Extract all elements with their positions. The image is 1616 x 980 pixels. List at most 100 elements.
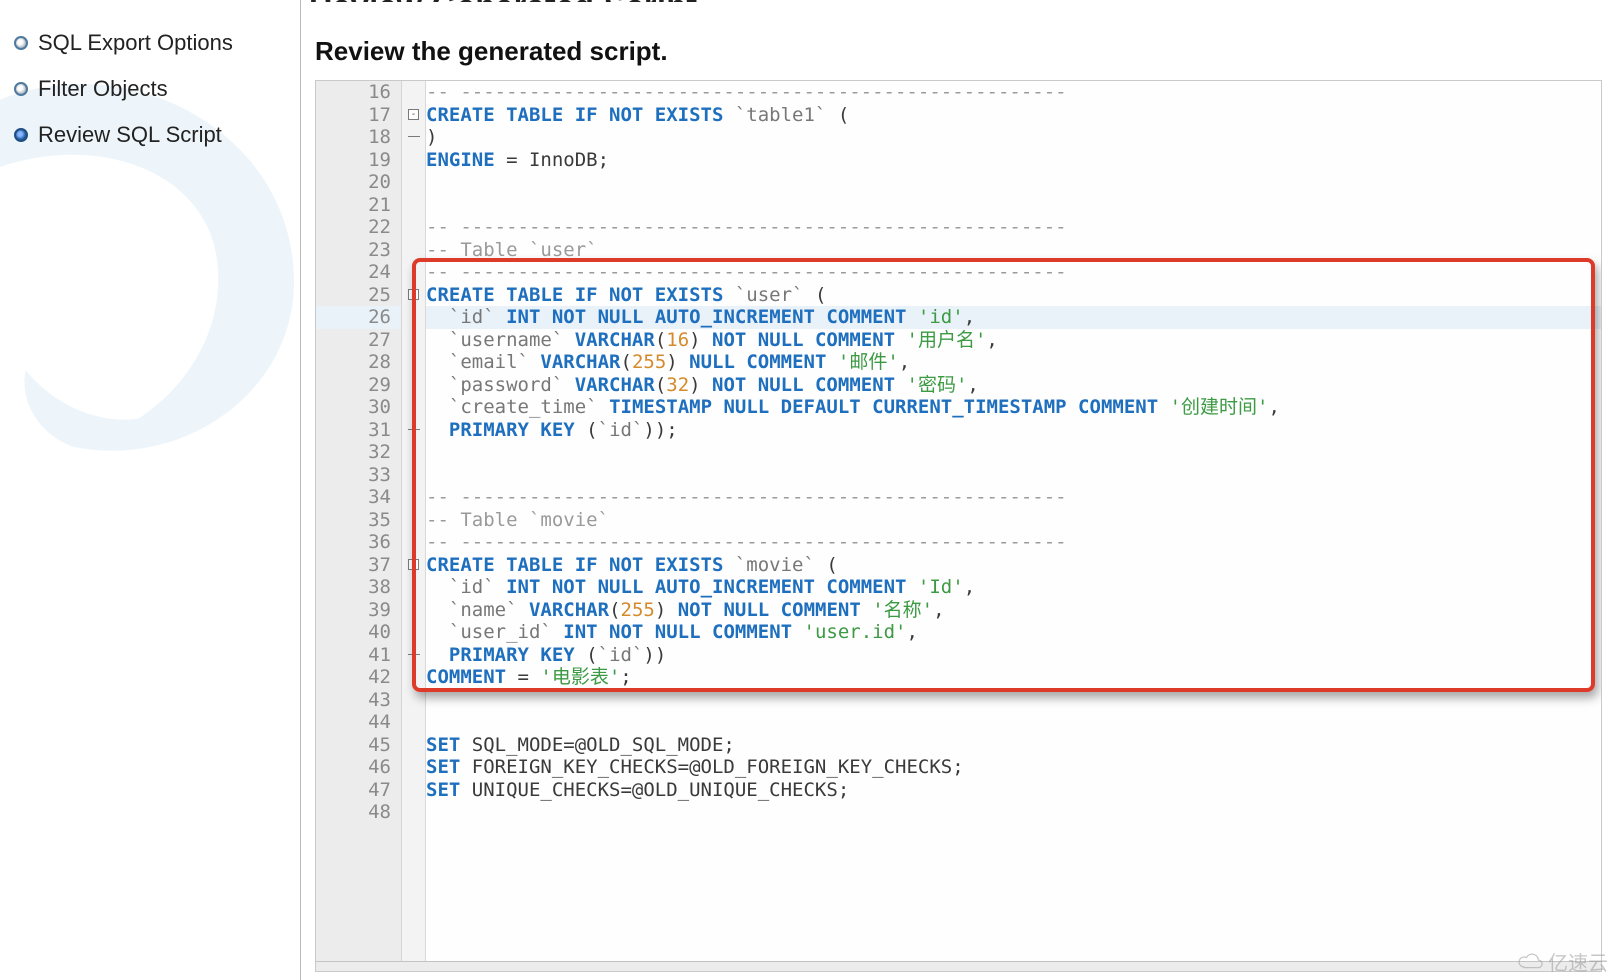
code-line[interactable]: ENGINE = InnoDB; (426, 149, 1601, 172)
code-line[interactable] (426, 689, 1601, 712)
fold-marker (402, 374, 425, 397)
fold-marker (402, 441, 425, 464)
code-line[interactable] (426, 464, 1601, 487)
code-line[interactable]: `user_id` INT NOT NULL COMMENT 'user.id'… (426, 621, 1601, 644)
line-number: 43 (316, 689, 401, 712)
fold-marker[interactable]: - (402, 554, 425, 577)
code-line[interactable] (426, 171, 1601, 194)
editor-gutter: 1617181920212223242526272829303132333435… (316, 81, 402, 971)
line-number: 23 (316, 239, 401, 262)
fold-marker (402, 171, 425, 194)
editor-status-bar (316, 961, 1601, 971)
code-line[interactable] (426, 441, 1601, 464)
line-number: 41 (316, 644, 401, 667)
fold-marker (402, 801, 425, 824)
code-line[interactable]: CREATE TABLE IF NOT EXISTS `table1` ( (426, 104, 1601, 127)
page-title-clipped: Review Generated Script (309, 0, 1608, 2)
line-number: 20 (316, 171, 401, 194)
sidebar-step-0[interactable]: SQL Export Options (0, 20, 300, 66)
fold-toggle-icon[interactable]: - (408, 109, 419, 120)
line-number: 25 (316, 284, 401, 307)
code-line[interactable]: SET FOREIGN_KEY_CHECKS=@OLD_FOREIGN_KEY_… (426, 756, 1601, 779)
code-line[interactable]: COMMENT = '电影表'; (426, 666, 1601, 689)
code-line[interactable]: -- -------------------------------------… (426, 216, 1601, 239)
line-number: 16 (316, 81, 401, 104)
code-line[interactable] (426, 801, 1601, 824)
code-line[interactable]: PRIMARY KEY (`id`)); (426, 419, 1601, 442)
fold-marker[interactable]: - (402, 104, 425, 127)
code-line[interactable]: `create_time` TIMESTAMP NULL DEFAULT CUR… (426, 396, 1601, 419)
code-line[interactable]: CREATE TABLE IF NOT EXISTS `user` ( (426, 284, 1601, 307)
line-number: 32 (316, 441, 401, 464)
code-line[interactable]: -- -------------------------------------… (426, 486, 1601, 509)
fold-marker (402, 351, 425, 374)
editor-lines[interactable]: -- -------------------------------------… (426, 81, 1601, 971)
sidebar-step-2[interactable]: Review SQL Script (0, 112, 300, 158)
step-label: SQL Export Options (38, 30, 233, 56)
code-line[interactable]: -- -------------------------------------… (426, 531, 1601, 554)
code-line[interactable]: -- -------------------------------------… (426, 261, 1601, 284)
code-line[interactable] (426, 711, 1601, 734)
code-line[interactable]: `username` VARCHAR(16) NOT NULL COMMENT … (426, 329, 1601, 352)
watermark-text: 亿速云 (1548, 947, 1608, 976)
code-line[interactable]: `id` INT NOT NULL AUTO_INCREMENT COMMENT… (426, 576, 1601, 599)
fold-marker (402, 194, 425, 217)
fold-marker (402, 599, 425, 622)
fold-marker (402, 306, 425, 329)
fold-marker (402, 486, 425, 509)
fold-toggle-icon[interactable]: - (408, 559, 419, 570)
line-number: 46 (316, 756, 401, 779)
fold-marker (402, 81, 425, 104)
line-number: 47 (316, 779, 401, 802)
line-number: 40 (316, 621, 401, 644)
code-line[interactable]: `email` VARCHAR(255) NULL COMMENT '邮件', (426, 351, 1601, 374)
line-number: 35 (316, 509, 401, 532)
line-number: 34 (316, 486, 401, 509)
line-number: 39 (316, 599, 401, 622)
watermark: 亿速云 (1514, 947, 1608, 976)
fold-marker (402, 509, 425, 532)
fold-marker (402, 396, 425, 419)
code-line[interactable]: -- Table `movie` (426, 509, 1601, 532)
fold-toggle-icon[interactable]: - (408, 289, 419, 300)
code-line[interactable]: -- Table `user` (426, 239, 1601, 262)
code-line[interactable]: SET UNIQUE_CHECKS=@OLD_UNIQUE_CHECKS; (426, 779, 1601, 802)
page-subtitle: Review the generated script. (315, 36, 1616, 67)
fold-marker (402, 734, 425, 757)
line-number: 24 (316, 261, 401, 284)
wizard-sidebar: SQL Export Options Filter Objects Review S… (0, 0, 300, 980)
fold-marker (402, 419, 425, 442)
code-line[interactable] (426, 194, 1601, 217)
line-number: 31 (316, 419, 401, 442)
line-number: 42 (316, 666, 401, 689)
line-number: 22 (316, 216, 401, 239)
code-line[interactable]: CREATE TABLE IF NOT EXISTS `movie` ( (426, 554, 1601, 577)
sidebar-step-1[interactable]: Filter Objects (0, 66, 300, 112)
fold-marker (402, 689, 425, 712)
code-line[interactable]: PRIMARY KEY (`id`)) (426, 644, 1601, 667)
code-line[interactable]: `id` INT NOT NULL AUTO_INCREMENT COMMENT… (426, 306, 1601, 329)
line-number: 30 (316, 396, 401, 419)
code-line[interactable]: `password` VARCHAR(32) NOT NULL COMMENT … (426, 374, 1601, 397)
fold-marker (402, 126, 425, 149)
line-number: 18 (316, 126, 401, 149)
step-label: Review SQL Script (38, 122, 222, 148)
line-number: 38 (316, 576, 401, 599)
code-line[interactable]: `name` VARCHAR(255) NOT NULL COMMENT '名称… (426, 599, 1601, 622)
line-number: 21 (316, 194, 401, 217)
line-number: 37 (316, 554, 401, 577)
step-label: Filter Objects (38, 76, 168, 102)
sql-editor[interactable]: 1617181920212223242526272829303132333435… (315, 80, 1602, 972)
line-number: 28 (316, 351, 401, 374)
main-panel: Review Generated Script Review the gener… (300, 0, 1616, 980)
fold-marker (402, 621, 425, 644)
fold-marker[interactable]: - (402, 284, 425, 307)
code-line[interactable]: SET SQL_MODE=@OLD_SQL_MODE; (426, 734, 1601, 757)
line-number: 36 (316, 531, 401, 554)
line-number: 27 (316, 329, 401, 352)
fold-marker (402, 756, 425, 779)
fold-marker (402, 711, 425, 734)
code-line[interactable]: ) (426, 126, 1601, 149)
code-line[interactable]: -- -------------------------------------… (426, 81, 1601, 104)
editor-fold-strip[interactable]: - - - (402, 81, 426, 971)
